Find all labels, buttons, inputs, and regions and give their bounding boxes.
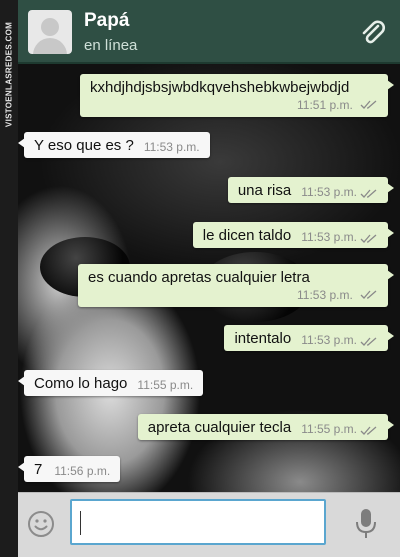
composer-bar (18, 492, 400, 557)
chat-screen: VISTOENLASREDES.COM Papá en línea kxhdjh… (0, 0, 400, 557)
message-input[interactable] (70, 499, 326, 545)
message-text: apreta cualquier tecla (147, 419, 292, 436)
smiley-icon[interactable] (26, 509, 56, 539)
text-cursor (80, 511, 81, 535)
message-list[interactable]: kxhdjhdjsbsjwbdkqvehshebkwbejwbdjd 11:51… (17, 62, 400, 492)
message-text: Y eso que es ? (34, 137, 134, 154)
contact-name[interactable]: Papá (84, 10, 129, 32)
message-bubble-incoming[interactable]: 7 11:56 p.m. (17, 456, 121, 482)
message-bubble-outgoing[interactable]: kxhdjhdjsbsjwbdkqvehshebkwbejwbdjd 11:51… (80, 74, 394, 117)
message-text: una risa (237, 182, 292, 199)
message-bubble-outgoing[interactable]: es cuando apretas cualquier letra 11:53 … (78, 264, 394, 307)
message-time: 11:53 p.m. (301, 333, 357, 347)
message-time: 11:53 p.m. (143, 140, 200, 154)
message-time: 11:53 p.m. (301, 185, 357, 199)
chat-header[interactable]: Papá en línea (18, 0, 400, 64)
avatar-head-shape (41, 18, 59, 36)
microphone-icon[interactable] (354, 507, 378, 541)
message-bubble-incoming[interactable]: Y eso que es ? 11:53 p.m. (18, 132, 210, 158)
message-text: es cuando apretas cualquier letra (88, 269, 310, 286)
message-text: intentalo (234, 330, 292, 347)
message-time: 11:53 p.m. (301, 230, 357, 244)
message-time: 11:56 p.m. (54, 464, 111, 478)
double-check-icon (360, 337, 377, 346)
double-check-icon (360, 426, 377, 435)
avatar-body-shape (33, 38, 67, 54)
message-time: 11:55 p.m. (301, 422, 357, 436)
message-text: le dicen taldo (202, 227, 292, 244)
message-bubble-outgoing[interactable]: apreta cualquier tecla 11:55 p.m. (137, 414, 395, 440)
watermark: VISTOENLASREDES.COM (0, 0, 18, 557)
watermark-text: VISTOENLASREDES.COM (4, 21, 14, 128)
message-bubble-outgoing[interactable]: intentalo 11:53 p.m. (224, 325, 394, 351)
paperclip-icon[interactable] (358, 18, 386, 46)
message-bubble-outgoing[interactable]: le dicen taldo 11:53 p.m. (192, 222, 395, 248)
message-time: 11:53 p.m. (297, 288, 353, 302)
double-check-icon (360, 234, 377, 243)
avatar[interactable] (28, 10, 72, 54)
message-text: Como lo hago (34, 375, 128, 392)
message-bubble-incoming[interactable]: Como lo hago 11:55 p.m. (17, 370, 204, 396)
contact-status: en línea (84, 37, 138, 54)
message-time: 11:55 p.m. (137, 378, 194, 392)
double-check-icon (360, 189, 377, 198)
message-text: 7 (34, 461, 43, 478)
message-bubble-outgoing[interactable]: una risa 11:53 p.m. (227, 177, 395, 203)
message-text: kxhdjhdjsbsjwbdkqvehshebkwbejwbdjd (90, 79, 350, 96)
double-check-icon (360, 290, 377, 299)
message-time: 11:51 p.m. (297, 98, 353, 112)
double-check-icon (360, 100, 377, 109)
